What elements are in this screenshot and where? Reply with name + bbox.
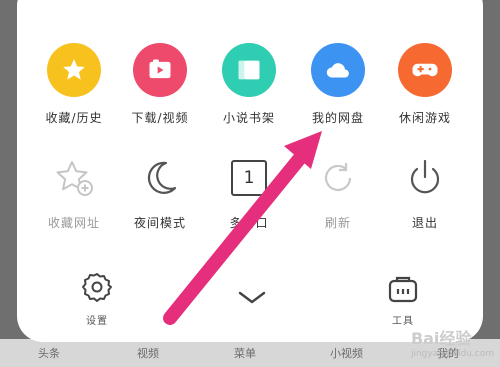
watermark: Bai经验 jingyan.baidu.com xyxy=(411,325,494,359)
menu-item-label: 下载/视频 xyxy=(131,111,189,125)
menu-item-refresh[interactable]: 刷新 xyxy=(293,154,383,231)
tools-button[interactable]: 工具 xyxy=(363,274,443,327)
power-icon xyxy=(401,154,449,202)
star-icon xyxy=(47,43,101,97)
menu-item-cloud-drive[interactable]: 我的网盘 xyxy=(293,43,383,126)
menu-item-label: 休闲游戏 xyxy=(398,111,451,125)
nav-item-menu[interactable]: 菜单 xyxy=(234,345,256,361)
gear-icon xyxy=(82,273,112,302)
refresh-icon xyxy=(314,154,362,202)
collapse-chevron-icon[interactable] xyxy=(237,289,267,309)
menu-item-label: 我的网盘 xyxy=(311,111,364,125)
download-video-icon xyxy=(133,43,187,97)
menu-item-favorites-history[interactable]: 收藏/历史 xyxy=(29,43,119,126)
watermark-brand: Bai经验 xyxy=(410,329,472,348)
menu-item-casual-games[interactable]: 休闲游戏 xyxy=(380,43,470,126)
menu-item-label: 多窗口 xyxy=(229,216,269,230)
watermark-url: jingyan.baidu.com xyxy=(410,349,494,359)
menu-sheet: 收藏/历史 下载/视频 小说书架 我的网盘 休闲游戏 收藏网址 夜间模式 1 多… xyxy=(17,0,483,342)
menu-item-label: 小说书架 xyxy=(222,111,275,125)
menu-item-label: 收藏网址 xyxy=(47,216,100,230)
gamepad-icon xyxy=(398,43,452,97)
menu-item-label: 收藏/历史 xyxy=(45,111,103,125)
window-count: 1 xyxy=(231,160,267,196)
menu-item-label: 退出 xyxy=(411,216,438,230)
menu-item-bookmark-url[interactable]: 收藏网址 xyxy=(29,154,119,231)
nav-item-short-video[interactable]: 小视频 xyxy=(330,345,363,361)
window-count-icon: 1 xyxy=(225,154,273,202)
add-bookmark-icon xyxy=(50,154,98,202)
menu-item-exit[interactable]: 退出 xyxy=(380,154,470,231)
settings-label: 设置 xyxy=(86,316,108,327)
moon-icon xyxy=(136,154,184,202)
book-icon xyxy=(222,43,276,97)
menu-item-novel-shelf[interactable]: 小说书架 xyxy=(204,43,294,126)
toolbox-icon xyxy=(388,276,418,303)
settings-button[interactable]: 设置 xyxy=(57,270,137,327)
menu-item-label: 刷新 xyxy=(324,216,351,230)
cloud-icon xyxy=(311,43,365,97)
menu-item-label: 夜间模式 xyxy=(133,216,186,230)
nav-item-headlines[interactable]: 头条 xyxy=(38,345,60,361)
menu-item-multi-window[interactable]: 1 多窗口 xyxy=(204,154,294,231)
menu-item-download-video[interactable]: 下载/视频 xyxy=(115,43,205,126)
nav-item-video[interactable]: 视频 xyxy=(137,345,159,361)
menu-item-night-mode[interactable]: 夜间模式 xyxy=(115,154,205,231)
